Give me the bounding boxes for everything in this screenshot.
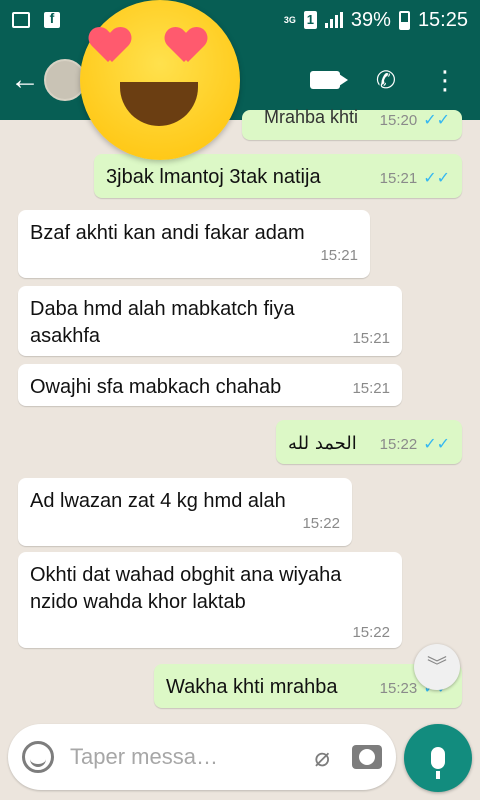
message-text: Wakha khti mrahba <box>166 676 338 698</box>
message-time: 15:21 ✓✓ <box>379 170 450 187</box>
message-text: Owajhi sfa mabkach chahab <box>30 376 282 398</box>
message-time: 15:20 ✓✓ <box>379 112 450 129</box>
emoji-icon[interactable] <box>22 741 54 773</box>
sim-indicator: 1 <box>303 11 317 29</box>
attach-icon[interactable]: ⌀ <box>314 742 330 773</box>
message-text: Ad lwazan zat 4 kg hmd alah <box>30 490 286 512</box>
battery-icon <box>398 10 410 30</box>
heart-eyes-emoji-icon <box>80 0 240 160</box>
camera-icon[interactable] <box>352 745 382 769</box>
message-text: Mrahba khti <box>264 107 359 127</box>
message-time: 15:21 <box>352 330 390 347</box>
message-text: Bzaf akhti kan andi fakar adam <box>30 222 305 244</box>
message-time: 15:21 <box>320 247 358 264</box>
message-bubble[interactable]: Bzaf akhti kan andi fakar adam 15:21 <box>18 210 370 278</box>
heart-icon <box>90 28 130 64</box>
message-text: Daba hmd alah mabkatch fiya asakhfa <box>30 298 295 347</box>
battery-percent: 39% <box>350 8 391 31</box>
message-list: Mrahba khti 15:20 ✓✓ 3jbak lmantoj 3tak n… <box>0 107 480 720</box>
message-composer: Taper messa… ⌀ <box>8 724 396 790</box>
heart-icon <box>166 28 206 64</box>
message-bubble[interactable]: Ad lwazan zat 4 kg hmd alah 15:22 <box>18 478 352 546</box>
scroll-to-bottom-button[interactable]: ︾ <box>414 644 460 690</box>
microphone-icon <box>431 747 445 779</box>
message-bubble[interactable]: Okhti dat wahad obghit ana wiyaha nzido … <box>18 552 402 648</box>
video-call-icon[interactable] <box>309 71 348 89</box>
message-time: 15:22 <box>352 624 390 641</box>
more-icon[interactable]: ⋮ <box>432 67 458 93</box>
message-input[interactable]: Taper messa… <box>70 744 314 770</box>
message-bubble[interactable]: Owajhi sfa mabkach chahab 15:21 <box>18 364 402 406</box>
message-bubble[interactable]: Mrahba khti 15:20 ✓✓ <box>242 107 462 140</box>
voice-record-button[interactable] <box>404 724 472 792</box>
phone-icon[interactable]: ✆ <box>376 66 396 95</box>
clock: 15:25 <box>417 8 468 31</box>
back-arrow-icon[interactable]: ← <box>10 63 40 97</box>
message-text: 3jbak lmantoj 3tak natija <box>106 166 321 188</box>
gallery-notification-icon <box>12 12 30 28</box>
message-time: 15:21 <box>352 380 390 397</box>
emoji-mouth <box>120 82 198 126</box>
network-type: 3G <box>283 14 296 25</box>
chat-header: ← … ✆ ⋮ <box>0 40 480 120</box>
facebook-notification-icon: f <box>44 11 60 28</box>
signal-icon <box>324 12 343 28</box>
message-text: Okhti dat wahad obghit ana wiyaha nzido … <box>30 564 342 613</box>
status-bar: f 3G 1 39% 15:25 <box>0 0 480 40</box>
message-bubble[interactable]: الحمد لله 15:22 ✓✓ <box>276 420 462 464</box>
message-text: الحمد لله <box>288 433 357 454</box>
message-time: 15:22 <box>302 515 340 532</box>
message-bubble[interactable]: 3jbak lmantoj 3tak natija 15:21 ✓✓ <box>94 154 462 198</box>
message-bubble[interactable]: Daba hmd alah mabkatch fiya asakhfa 15:2… <box>18 286 402 356</box>
message-time: 15:22 ✓✓ <box>379 436 450 453</box>
